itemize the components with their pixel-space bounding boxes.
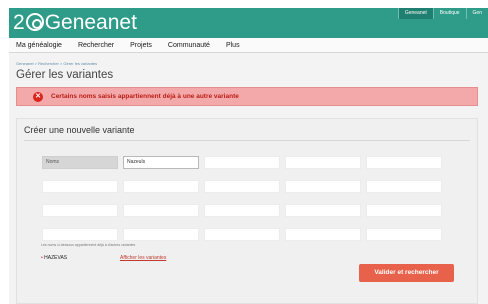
top-link-more[interactable]: Gen [465, 8, 488, 19]
site-header: 2 Geneanet Geneanet Boutique Gen [9, 8, 488, 38]
bullet-icon: • [41, 255, 43, 261]
logo-digit: 2 [13, 11, 25, 34]
name-input[interactable]: Nazeuls [123, 156, 199, 169]
nav-item-projets[interactable]: Projets [130, 42, 152, 49]
name-input[interactable] [366, 156, 442, 169]
conflict-hint: Les noms ci-dessous appartiennent déjà à… [41, 243, 136, 247]
name-input[interactable] [285, 204, 361, 217]
name-input[interactable] [123, 180, 199, 193]
name-input[interactable] [42, 228, 118, 241]
nav-item-plus[interactable]: Plus [226, 42, 240, 49]
nav-item-communaute[interactable]: Communauté [168, 42, 210, 49]
name-input[interactable] [42, 180, 118, 193]
name-input[interactable] [366, 180, 442, 193]
logo-circle-icon [25, 13, 44, 31]
conflicting-name-text: HAZEVAS [44, 255, 68, 261]
name-input[interactable] [204, 180, 280, 193]
new-variant-panel: Créer une nouvelle variante Noms Nazeuls… [16, 118, 478, 304]
name-input[interactable] [285, 228, 361, 241]
alert-message: Certains noms saisis appartiennent déjà … [51, 93, 239, 100]
error-alert: ✕ Certains noms saisis appartiennent déj… [16, 87, 478, 106]
name-input[interactable] [123, 228, 199, 241]
name-input[interactable] [123, 204, 199, 217]
top-links: Geneanet Boutique Gen [397, 8, 488, 19]
name-input[interactable] [366, 204, 442, 217]
error-icon: ✕ [33, 91, 43, 102]
browser-viewport: 2 Geneanet Geneanet Boutique Gen Ma généa… [9, 8, 488, 304]
divider [24, 140, 470, 141]
logo-wordmark: Geneanet [44, 11, 137, 34]
name-input[interactable] [204, 228, 280, 241]
validate-search-button[interactable]: Valider et rechercher [359, 264, 454, 282]
main-nav: Ma généalogie Rechercher Projets Communa… [9, 38, 488, 53]
nav-item-rechercher[interactable]: Rechercher [78, 42, 114, 49]
panel-title: Créer une nouvelle variante [24, 125, 135, 135]
conflicting-name: • HAZEVAS [41, 255, 67, 261]
show-variants-link[interactable]: Afficher les variantes [120, 255, 166, 261]
top-link-boutique[interactable]: Boutique [432, 8, 466, 19]
name-input[interactable] [285, 180, 361, 193]
name-input[interactable] [366, 228, 442, 241]
name-input[interactable] [42, 204, 118, 217]
geneanet-logo[interactable]: 2 Geneanet [13, 10, 137, 36]
names-label: Noms [42, 156, 118, 169]
page-title: Gérer les variantes [16, 69, 114, 81]
name-input[interactable] [204, 204, 280, 217]
name-input[interactable] [204, 156, 280, 169]
breadcrumb[interactable]: Geneanet > Rechercher > Gérer les varian… [16, 61, 97, 66]
name-input[interactable] [285, 156, 361, 169]
top-link-geneanet[interactable]: Geneanet [397, 8, 433, 19]
nav-item-ma-genealogie[interactable]: Ma généalogie [16, 42, 62, 49]
